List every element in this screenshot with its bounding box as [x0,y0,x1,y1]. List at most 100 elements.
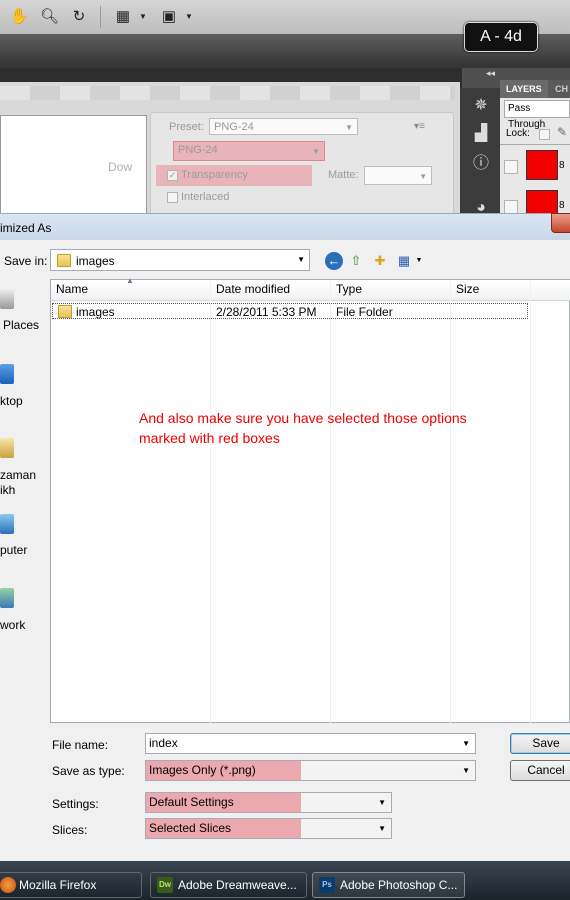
network-icon[interactable] [0,588,14,608]
dialog-title: imized As [0,221,52,235]
annotation-line-1: And also make sure you have selected tho… [139,410,467,426]
slices-value: Selected Slices [149,821,232,835]
layers-list: Pass Through Lock: ✎ 8 8 [500,98,570,228]
row-date: 2/28/2011 5:33 PM [216,305,317,319]
file-list[interactable] [50,279,570,723]
file-format-select[interactable]: PNG-24 ▼ [173,141,325,161]
column-name[interactable]: Name [56,282,88,296]
info-icon[interactable]: ⓘ [471,154,491,174]
chevron-down-icon: ▼ [462,766,470,775]
lock-transparency-icon[interactable] [539,129,550,140]
column-size[interactable]: Size [456,282,479,296]
hand-tool-icon[interactable]: ✋ [10,8,29,26]
layer-visibility-toggle[interactable] [504,200,518,214]
step-badge: A - 4d [464,22,538,52]
computer-icon[interactable] [0,514,14,534]
close-button[interactable] [551,213,570,233]
column-type[interactable]: Type [336,282,362,296]
histogram-icon[interactable]: ▟ [471,124,491,144]
toolbar-divider [100,6,101,28]
rotate-view-icon[interactable]: ↻ [70,8,88,26]
taskbar-label: Adobe Dreamweave... [178,878,297,892]
layer-thumbnail[interactable] [526,150,558,180]
save-type-value: Images Only (*.png) [149,763,256,777]
arrange-documents-icon[interactable]: ▦ [114,8,132,26]
settings-value: Default Settings [149,795,234,809]
places-user-line2[interactable]: ikh [0,483,48,497]
chevron-down-icon: ▼ [462,739,470,748]
places-computer[interactable]: puter [0,543,48,557]
chevron-down-icon: ▼ [297,255,305,264]
chevron-down-icon[interactable]: ▼ [180,8,198,26]
settings-select[interactable]: Default Settings ▼ [145,792,392,813]
slices-select[interactable]: Selected Slices ▼ [145,818,392,839]
cancel-button[interactable]: Cancel [510,760,570,781]
save-in-select[interactable]: images ▼ [50,249,310,271]
column-divider [450,280,451,723]
link-icon: 8 [559,200,565,211]
lock-paint-icon[interactable]: ✎ [557,125,567,139]
screen-mode-icon[interactable]: ▣ [160,8,178,26]
places-network[interactable]: work [0,618,48,632]
layers-tabs: LAYERS CH [500,80,570,98]
preset-label: Preset: [169,121,204,133]
transparency-label: Transparency [181,169,248,181]
dreamweaver-icon: Dw [157,877,173,893]
lock-label: Lock: [506,128,530,139]
column-divider [530,280,531,723]
places-user-line1[interactable]: zaman [0,468,48,482]
chevron-down-icon: ▼ [345,123,353,132]
row-name: images [76,305,115,319]
row-type: File Folder [336,305,393,319]
slices-label: Slices: [52,823,88,837]
taskbar-item-dreamweaver[interactable]: Dw Adobe Dreamweave... [150,872,307,898]
save-type-select[interactable]: Images Only (*.png) ▼ [145,760,476,781]
link-icon: 8 [559,160,565,171]
up-folder-icon[interactable]: ⇧ [347,252,365,270]
photoshop-icon: Ps [319,877,335,893]
chevron-down-icon: ▼ [378,824,386,833]
column-divider [210,280,211,723]
matte-select[interactable]: ▼ [364,166,432,185]
taskbar-item-photoshop[interactable]: Ps Adobe Photoshop C... [312,872,465,898]
sort-ascending-icon: ▲ [126,276,134,285]
user-folder-icon[interactable] [0,438,14,458]
save-button[interactable]: Save [510,733,570,754]
taskbar-label: Mozilla Firefox [19,878,97,892]
back-icon[interactable]: ← [325,252,343,270]
panel-dock: ✵ ▟ ⓘ ◕ [462,88,500,228]
tab-layers[interactable]: LAYERS [506,80,542,98]
chevron-down-icon[interactable]: ▼ [410,252,428,270]
collapse-panel-icon[interactable]: ◂◂ [486,68,495,79]
recent-places-icon[interactable] [0,289,14,309]
tab-channels[interactable]: CH [548,80,570,98]
layer-visibility-toggle[interactable] [504,160,518,174]
chevron-down-icon: ▼ [312,147,320,156]
panel-menu-icon[interactable]: ▾≡ [414,121,425,132]
save-type-label: Save as type: [52,764,125,778]
blend-mode-select[interactable]: Pass Through [504,100,570,130]
navigator-icon[interactable]: ✵ [471,96,491,116]
column-divider [330,280,331,723]
zoom-tool-icon[interactable]: 🔍︎ [40,8,59,26]
taskbar-item-firefox[interactable]: Mozilla Firefox [0,872,142,898]
preset-value: PNG-24 [214,121,254,133]
file-name-value: index [149,736,178,750]
taskbar-label: Adobe Photoshop C... [340,878,458,892]
new-folder-icon[interactable]: ✚ [371,252,389,270]
file-name-field[interactable]: index ▼ [145,733,476,754]
chevron-down-icon: ▼ [378,798,386,807]
settings-label: Settings: [52,797,99,811]
chevron-down-icon[interactable]: ▼ [134,8,152,26]
column-date-modified[interactable]: Date modified [216,282,290,296]
preset-select[interactable]: PNG-24 ▼ [209,118,358,135]
interlaced-label: Interlaced [181,191,230,203]
desktop-icon[interactable] [0,364,14,384]
places-recent[interactable]: Places [3,318,51,332]
interlaced-checkbox[interactable] [167,192,178,203]
tutorial-annotation: And also make sure you have selected tho… [139,408,489,448]
transparency-checkbox[interactable]: ✓ [167,170,178,181]
places-desktop[interactable]: ktop [0,394,48,408]
chevron-down-icon: ▼ [419,172,427,181]
dialog-titlebar [0,214,570,240]
